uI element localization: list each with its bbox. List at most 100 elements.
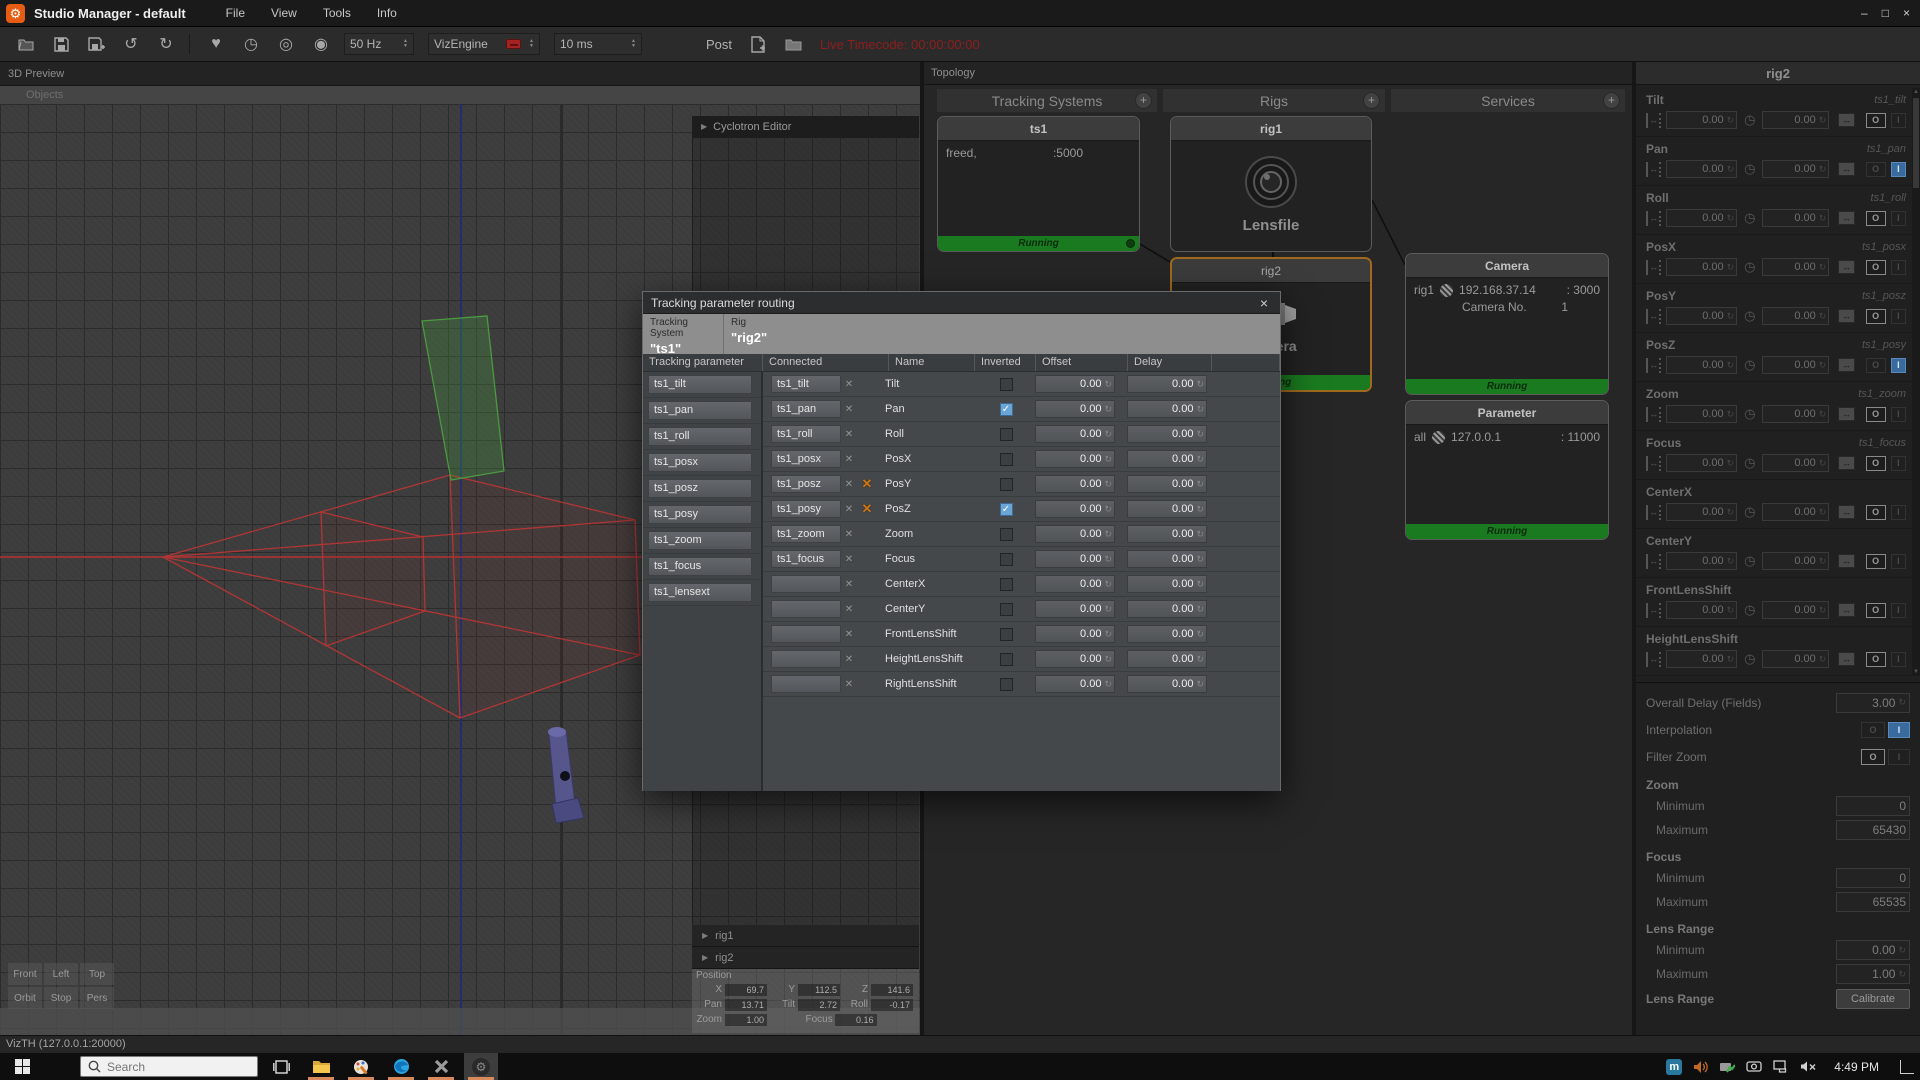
connected-field[interactable]: ts1_posy xyxy=(771,500,841,518)
source-parameter-item[interactable]: ts1_pan xyxy=(643,398,761,424)
new-document-icon[interactable] xyxy=(749,36,767,53)
offset-field[interactable]: 0.00↻ xyxy=(1666,601,1737,619)
connected-field[interactable]: ts1_zoom xyxy=(771,525,841,543)
interpolation-on-toggle[interactable]: I xyxy=(1888,722,1910,738)
clear-connection-icon[interactable]: ✕ xyxy=(841,454,857,465)
source-parameter-item[interactable]: ts1_zoom xyxy=(643,528,761,554)
overall-delay-field[interactable]: 3.00↻ xyxy=(1836,693,1910,713)
objects-bar[interactable]: Objects xyxy=(0,86,920,104)
drag-handle-icon[interactable]: ↔ xyxy=(1646,260,1661,275)
scrollbar[interactable]: ▲ ▼ xyxy=(1912,88,1920,676)
taskbar-clock[interactable]: 4:49 PM xyxy=(1834,1060,1879,1074)
drag-handle-icon[interactable]: ↔ xyxy=(1646,309,1661,324)
transfer-button[interactable]: ↔ xyxy=(1838,456,1854,470)
offset-field[interactable]: 0.00↻ xyxy=(1666,650,1737,668)
add-rig-button[interactable]: + xyxy=(1363,92,1380,109)
focus-maximum-field[interactable]: 65535 xyxy=(1836,892,1910,912)
invert-toggle[interactable]: I xyxy=(1891,211,1906,226)
add-tracking-system-button[interactable]: + xyxy=(1135,92,1152,109)
clear-connection-icon[interactable]: ✕ xyxy=(841,654,857,665)
offset-field[interactable]: 0.00↻ xyxy=(1035,375,1115,393)
offset-field[interactable]: 0.00↻ xyxy=(1666,356,1737,374)
inverted-checkbox[interactable]: ✓ xyxy=(1000,378,1013,391)
invert-toggle[interactable]: I xyxy=(1891,505,1906,520)
inverted-checkbox[interactable]: ✓ xyxy=(1000,653,1013,666)
offset-field[interactable]: 0.00↻ xyxy=(1666,111,1737,129)
offset-field[interactable]: 0.00↻ xyxy=(1666,552,1737,570)
delay-field[interactable]: 0.00↻ xyxy=(1127,375,1207,393)
view-button[interactable]: Orbit xyxy=(8,987,42,1009)
offset-field[interactable]: 0.00↻ xyxy=(1666,160,1737,178)
source-parameter-field[interactable]: ts1_posy xyxy=(648,505,752,524)
minimize-button[interactable]: – xyxy=(1861,6,1868,20)
drag-handle-icon[interactable]: ↔ xyxy=(1646,407,1661,422)
drag-handle-icon[interactable]: ↔ xyxy=(1646,456,1661,471)
connected-field[interactable] xyxy=(771,625,841,643)
transfer-button[interactable]: ↔ xyxy=(1838,554,1854,568)
lens-range-minimum-field[interactable]: 0.00↻ xyxy=(1836,940,1910,960)
delay-field[interactable]: 0.00↻ xyxy=(1127,650,1207,668)
tracking-system-node-ts1[interactable]: ts1 freed, :5000 Running xyxy=(937,116,1140,252)
close-button[interactable]: × xyxy=(1903,6,1910,20)
connected-field[interactable]: ts1_roll xyxy=(771,425,841,443)
output-toggle[interactable]: O xyxy=(1866,603,1886,618)
delay-field[interactable]: 0.00↻ xyxy=(1762,209,1829,227)
delay-field[interactable]: 0.00↻ xyxy=(1127,625,1207,643)
clock-icon[interactable]: ◷ xyxy=(242,34,260,54)
offset-field[interactable]: 0.00↻ xyxy=(1035,425,1115,443)
transfer-button[interactable]: ↔ xyxy=(1838,505,1854,519)
source-parameter-item[interactable]: ts1_focus xyxy=(643,554,761,580)
inverted-checkbox[interactable]: ✓ xyxy=(1000,403,1013,416)
offset-field[interactable]: 0.00↻ xyxy=(1035,475,1115,493)
invert-toggle[interactable]: I xyxy=(1891,309,1906,324)
task-view-button[interactable] xyxy=(264,1053,298,1080)
target-icon[interactable]: ◎ xyxy=(277,34,295,54)
connected-field[interactable] xyxy=(771,600,841,618)
output-toggle[interactable]: O xyxy=(1866,505,1886,520)
lens-range-maximum-field[interactable]: 1.00↻ xyxy=(1836,964,1910,984)
paint-app-button[interactable] xyxy=(344,1053,378,1080)
connected-field[interactable] xyxy=(771,675,841,693)
connected-field[interactable] xyxy=(771,650,841,668)
offset-field[interactable]: 0.00↻ xyxy=(1035,450,1115,468)
source-parameter-field[interactable]: ts1_pan xyxy=(648,401,752,420)
folder-icon[interactable] xyxy=(784,38,802,51)
source-parameter-field[interactable]: ts1_posx xyxy=(648,453,752,472)
delay-field[interactable]: 0.00↻ xyxy=(1762,405,1829,423)
output-toggle[interactable]: O xyxy=(1866,456,1886,471)
view-button[interactable]: Stop xyxy=(44,987,78,1009)
transfer-button[interactable]: ↔ xyxy=(1838,407,1854,421)
source-parameter-item[interactable]: ts1_posx xyxy=(643,450,761,476)
delay-field[interactable]: 0.00↻ xyxy=(1762,650,1829,668)
drag-handle-icon[interactable]: ↔ xyxy=(1646,211,1661,226)
dialog-close-icon[interactable]: × xyxy=(1256,295,1272,311)
clear-connection-icon[interactable]: ✕ xyxy=(841,379,857,390)
offset-field[interactable]: 0.00↻ xyxy=(1666,209,1737,227)
output-toggle[interactable]: O xyxy=(1866,554,1886,569)
save-icon[interactable] xyxy=(52,37,70,52)
inverted-checkbox[interactable]: ✓ xyxy=(1000,528,1013,541)
inverted-checkbox[interactable]: ✓ xyxy=(1000,553,1013,566)
invert-toggle[interactable]: I xyxy=(1891,407,1906,422)
filter-zoom-off-toggle[interactable]: O xyxy=(1861,749,1885,765)
offset-field[interactable]: 0.00↻ xyxy=(1666,307,1737,325)
delay-field[interactable]: 0.00↻ xyxy=(1127,525,1207,543)
zoom-minimum-field[interactable]: 0 xyxy=(1836,796,1910,816)
offset-field[interactable]: 0.00↻ xyxy=(1035,625,1115,643)
clear-connection-icon[interactable]: ✕ xyxy=(841,404,857,415)
zoom-maximum-field[interactable]: 65430 xyxy=(1836,820,1910,840)
transfer-button[interactable]: ↔ xyxy=(1838,652,1854,666)
clear-connection-icon[interactable]: ✕ xyxy=(841,479,857,490)
favorite-icon[interactable]: ♥ xyxy=(207,35,225,53)
filter-zoom-on-toggle[interactable]: I xyxy=(1888,749,1910,765)
inverted-checkbox[interactable]: ✓ xyxy=(1000,478,1013,491)
delay-field[interactable]: 0.00↻ xyxy=(1127,575,1207,593)
view-button[interactable]: Top xyxy=(80,963,114,985)
invert-toggle[interactable]: I xyxy=(1891,260,1906,275)
refresh-icon[interactable]: ↻ xyxy=(157,34,175,54)
connected-field[interactable]: ts1_focus xyxy=(771,550,841,568)
tray-capture-icon[interactable] xyxy=(1746,1060,1762,1073)
cyclotron-editor-header[interactable]: ▶ Cyclotron Editor xyxy=(693,116,919,138)
transfer-button[interactable]: ↔ xyxy=(1838,309,1854,323)
interpolation-off-toggle[interactable]: O xyxy=(1861,722,1885,738)
